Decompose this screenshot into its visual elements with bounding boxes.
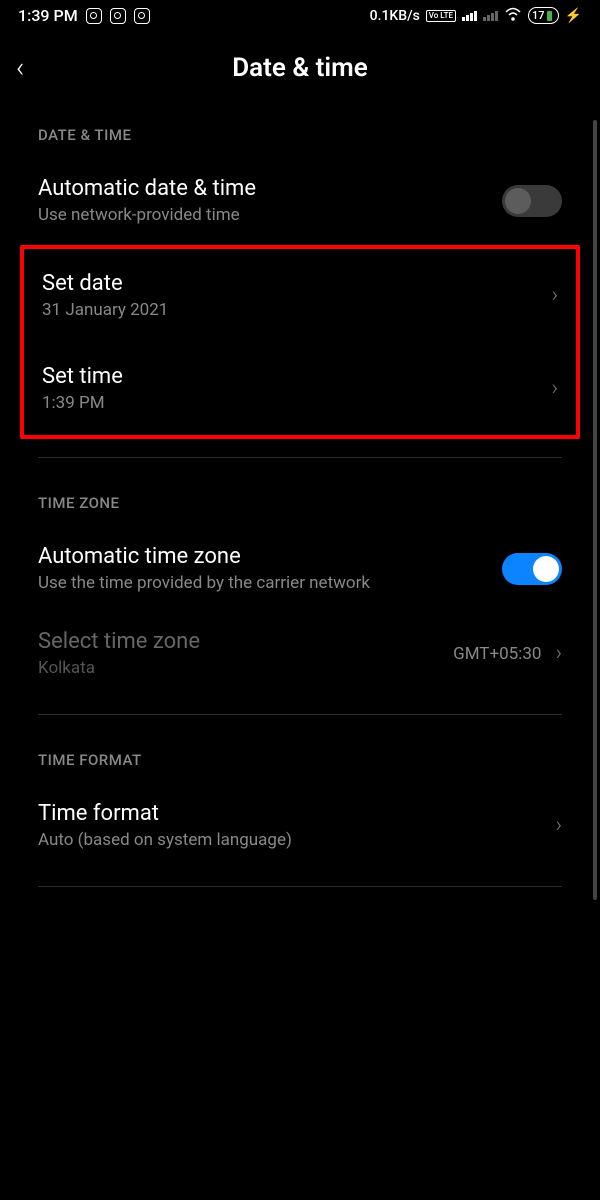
automatic-date-time-row[interactable]: Automatic date & time Use network-provid… bbox=[0, 158, 600, 243]
setting-subtitle: Use network-provided time bbox=[38, 205, 502, 225]
setting-title: Select time zone bbox=[38, 629, 453, 654]
automatic-date-time-toggle[interactable] bbox=[502, 185, 562, 217]
chevron-right-icon: › bbox=[555, 641, 562, 666]
status-left: 1:39 PM bbox=[18, 6, 150, 25]
chevron-right-icon: › bbox=[551, 376, 558, 401]
signal-icon-sim2 bbox=[483, 11, 498, 21]
signal-icon bbox=[462, 11, 477, 21]
scrollbar[interactable] bbox=[593, 120, 597, 900]
instagram-icon bbox=[86, 8, 102, 24]
charging-icon: ⚡ bbox=[565, 8, 582, 24]
section-header-time-zone: TIME ZONE bbox=[0, 476, 600, 526]
wifi-icon bbox=[504, 7, 522, 25]
section-header-time-format: TIME FORMAT bbox=[0, 733, 600, 783]
section-header-date-time: DATE & TIME bbox=[0, 108, 600, 158]
set-date-row[interactable]: Set date 31 January 2021 › bbox=[24, 249, 576, 342]
instagram-icon bbox=[134, 8, 150, 24]
set-time-row[interactable]: Set time 1:39 PM › bbox=[24, 342, 576, 435]
time-format-row[interactable]: Time format Auto (based on system langua… bbox=[0, 783, 600, 868]
divider bbox=[38, 457, 562, 458]
volte-icon: Vo LTE bbox=[426, 10, 456, 22]
page-title: Date & time bbox=[16, 53, 584, 83]
status-right: 0.1KB/s Vo LTE 17 ⚡ bbox=[370, 7, 582, 25]
setting-title: Automatic time zone bbox=[38, 544, 502, 569]
setting-subtitle: Kolkata bbox=[38, 658, 453, 678]
chevron-right-icon: › bbox=[555, 813, 562, 838]
chevron-right-icon: › bbox=[551, 283, 558, 308]
automatic-time-zone-row[interactable]: Automatic time zone Use the time provide… bbox=[0, 526, 600, 611]
battery-icon: 17 bbox=[528, 7, 559, 24]
data-rate: 0.1KB/s bbox=[370, 8, 420, 24]
instagram-icon bbox=[110, 8, 126, 24]
status-bar: 1:39 PM 0.1KB/s Vo LTE 17 ⚡ bbox=[0, 0, 600, 31]
setting-subtitle: Auto (based on system language) bbox=[38, 830, 555, 850]
setting-title: Set date bbox=[42, 271, 551, 296]
select-time-zone-row[interactable]: Select time zone Kolkata GMT+05:30 › bbox=[0, 611, 600, 696]
battery-percent: 17 bbox=[532, 9, 545, 22]
setting-subtitle: Use the time provided by the carrier net… bbox=[38, 573, 502, 593]
header: ‹ Date & time bbox=[0, 31, 600, 108]
setting-subtitle: 1:39 PM bbox=[42, 393, 551, 413]
highlight-annotation: Set date 31 January 2021 › Set time 1:39… bbox=[20, 245, 580, 439]
status-time: 1:39 PM bbox=[18, 6, 78, 25]
divider bbox=[38, 886, 562, 887]
setting-title: Automatic date & time bbox=[38, 176, 502, 201]
setting-title: Set time bbox=[42, 364, 551, 389]
setting-title: Time format bbox=[38, 801, 555, 826]
divider bbox=[38, 714, 562, 715]
time-zone-value: GMT+05:30 bbox=[453, 644, 541, 664]
setting-subtitle: 31 January 2021 bbox=[42, 300, 551, 320]
automatic-time-zone-toggle[interactable] bbox=[502, 553, 562, 585]
